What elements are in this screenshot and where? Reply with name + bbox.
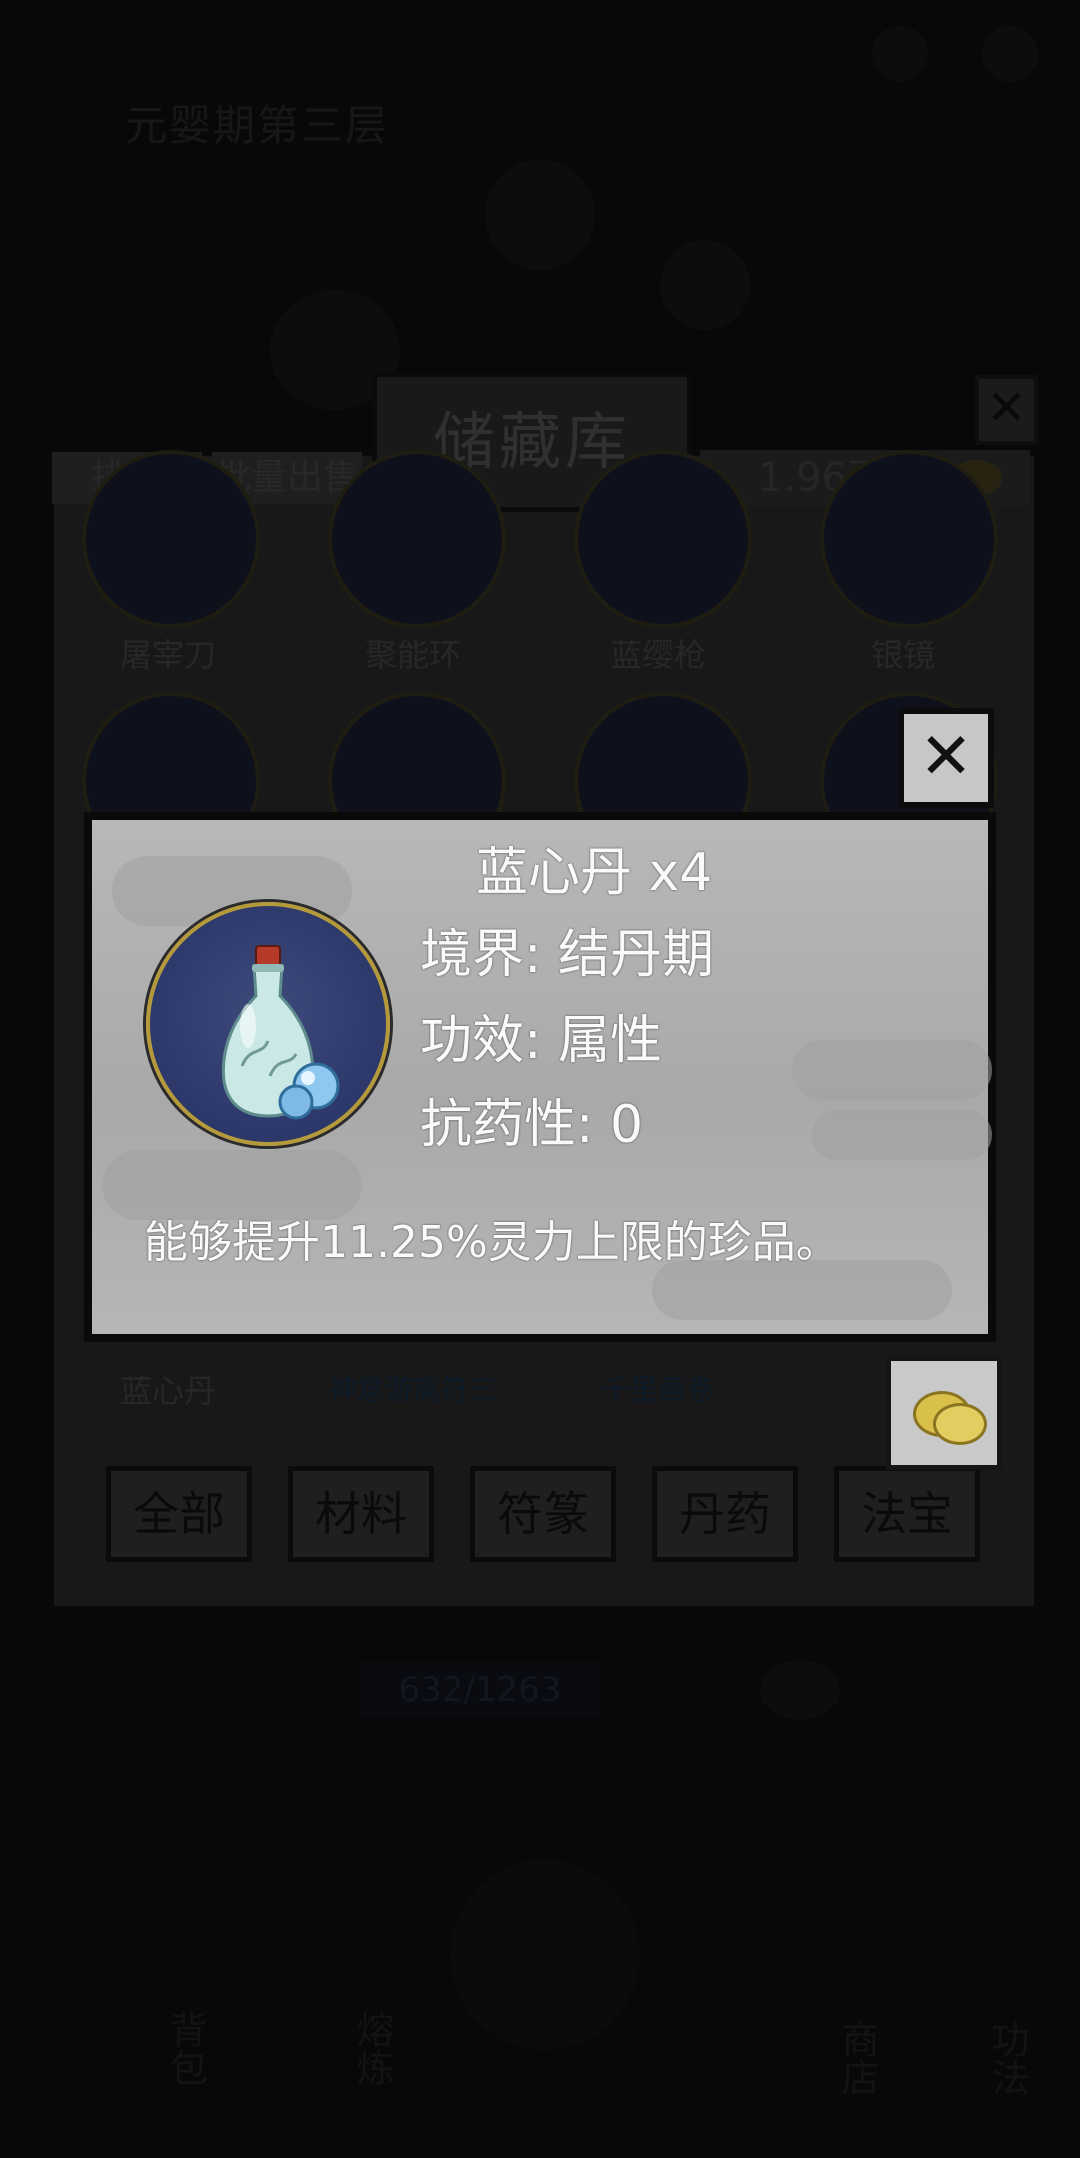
item-realm: 境界: 结丹期 bbox=[420, 925, 715, 985]
porcelain-bottle-icon bbox=[221, 945, 340, 1120]
item-description: 能够提升11.25%灵力上限的珍品。 bbox=[144, 1217, 840, 1268]
coin-icon bbox=[933, 1403, 987, 1445]
cloud-decoration bbox=[792, 1040, 992, 1100]
cloud-decoration bbox=[812, 1110, 992, 1160]
item-icon bbox=[146, 902, 390, 1146]
close-icon: ✕ bbox=[919, 720, 973, 794]
item-effect: 功效: 属性 bbox=[420, 1011, 663, 1071]
close-button[interactable]: ✕ bbox=[898, 708, 994, 808]
item-name: 蓝心丹 x4 bbox=[476, 843, 713, 903]
sell-button[interactable] bbox=[886, 1356, 1002, 1470]
item-resistance: 抗药性: 0 bbox=[420, 1095, 644, 1155]
